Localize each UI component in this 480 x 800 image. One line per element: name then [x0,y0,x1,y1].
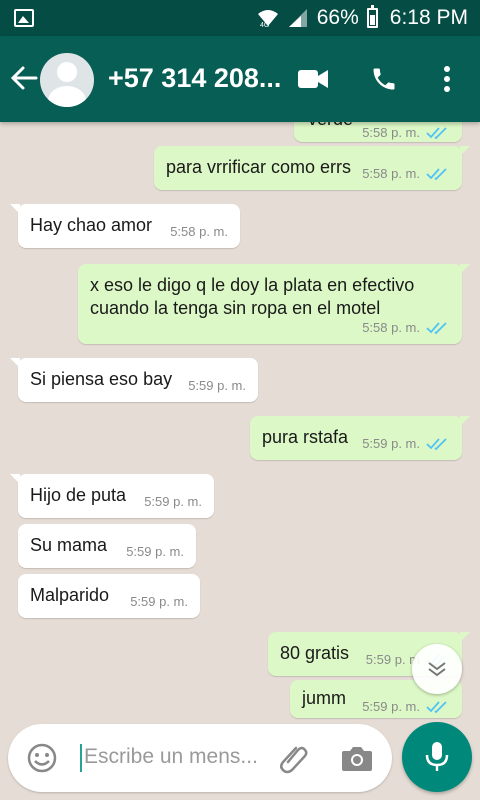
message-text: 80 gratis [280,643,350,663]
message-time: 5:58 p. m. [170,224,228,239]
message-meta: 5:59 p. m. [130,594,188,609]
read-ticks-icon [426,167,450,181]
attach-icon[interactable] [276,740,312,776]
chat-area[interactable]: verde 5:58 p. m. para vrrificar como err… [0,122,480,722]
read-ticks-icon [426,126,450,140]
scroll-to-bottom-button[interactable] [412,644,462,694]
message-text: Malparido [30,585,110,605]
message-text: verde [308,122,353,131]
message-bubble-outgoing[interactable]: x eso le digo q le doy la plata en efect… [78,264,470,344]
clock: 6:18 PM [389,6,468,29]
message-bubble-outgoing[interactable]: para vrrificar como errs 5:58 p. m. [154,146,470,190]
back-arrow-icon[interactable] [10,64,38,92]
message-text: Hijo de puta [30,485,127,505]
message-time: 5:59 p. m. [144,494,202,509]
message-time: 5:59 p. m. [126,544,184,559]
video-call-icon [298,70,328,88]
message-meta: 5:59 p. m. [126,544,184,559]
message-text: Su mama [30,535,108,555]
status-bar: 4G 66% 6:18 PM [0,0,480,36]
message-bubble-incoming[interactable]: Si piensa eso bay 5:59 p. m. [10,358,258,402]
message-bubble-outgoing[interactable]: verde 5:58 p. m. [294,122,462,142]
camera-icon[interactable] [340,742,374,774]
wifi-icon: 4G [257,10,278,28]
signal-icon [288,9,307,27]
message-meta: 5:59 p. m. [188,378,246,393]
message-text: pura rstafa [262,427,349,447]
read-ticks-icon [426,437,450,451]
message-text: jumm [302,688,346,708]
read-ticks-icon [426,700,450,714]
message-composer[interactable]: Escribe un mens... [8,724,392,792]
message-time: 5:59 p. m. [362,436,420,451]
message-time: 5:59 p. m. [188,378,246,393]
message-text: para vrrificar como errs [166,157,352,177]
scroll-down-icon [428,662,446,677]
message-time: 5:59 p. m. [130,594,188,609]
voice-record-button[interactable] [402,722,472,792]
message-text-line2: cuando la tenga sin ropa en el motel [90,298,381,318]
message-bubble-outgoing[interactable]: pura rstafa 5:59 p. m. [250,416,470,460]
battery-percent: 66% [316,6,359,29]
message-text-line1: x eso le digo q le doy la plata en efect… [90,275,415,295]
message-meta: 5:58 p. m. [362,320,450,335]
message-time: 5:58 p. m. [362,320,420,335]
message-meta: 5:59 p. m. [362,699,450,714]
battery-icon [366,5,378,28]
video-call-button[interactable] [296,62,330,96]
message-time: 5:59 p. m. [362,699,420,714]
message-meta: 5:59 p. m. [362,436,450,451]
message-bubble-incoming[interactable]: Hay chao amor 5:58 p. m. [10,204,240,248]
gallery-icon [14,9,34,27]
message-text: Hay chao amor [30,215,153,235]
message-bubble-incoming[interactable]: Malparido 5:59 p. m. [18,574,200,618]
read-ticks-icon [426,321,450,335]
message-meta: 5:58 p. m. [362,166,450,181]
voice-call-button[interactable] [367,62,401,96]
more-options-button[interactable] [430,62,464,96]
message-meta: 5:58 p. m. [170,224,228,239]
svg-text:4G: 4G [260,22,269,28]
chat-header: +57 314 208... [0,36,480,122]
message-bubble-incoming[interactable]: Hijo de puta 5:59 p. m. [10,474,214,518]
message-text: Si piensa eso bay [30,369,173,389]
message-bubble-incoming[interactable]: Su mama 5:59 p. m. [18,524,196,568]
message-meta: 5:59 p. m. [144,494,202,509]
status-right: 4G 66% 6:18 PM [257,0,468,36]
phone-icon [373,68,395,90]
text-cursor [80,744,82,772]
more-vert-icon [444,66,450,92]
message-meta: 5:58 p. m. [362,125,450,140]
message-time: 5:58 p. m. [362,166,420,181]
mic-icon [425,742,449,771]
avatar-icon[interactable] [40,53,94,107]
message-input[interactable]: Escribe un mens... [84,745,258,769]
message-time: 5:58 p. m. [362,125,420,140]
emoji-icon[interactable] [26,742,58,774]
contact-name[interactable]: +57 314 208... [108,63,281,94]
